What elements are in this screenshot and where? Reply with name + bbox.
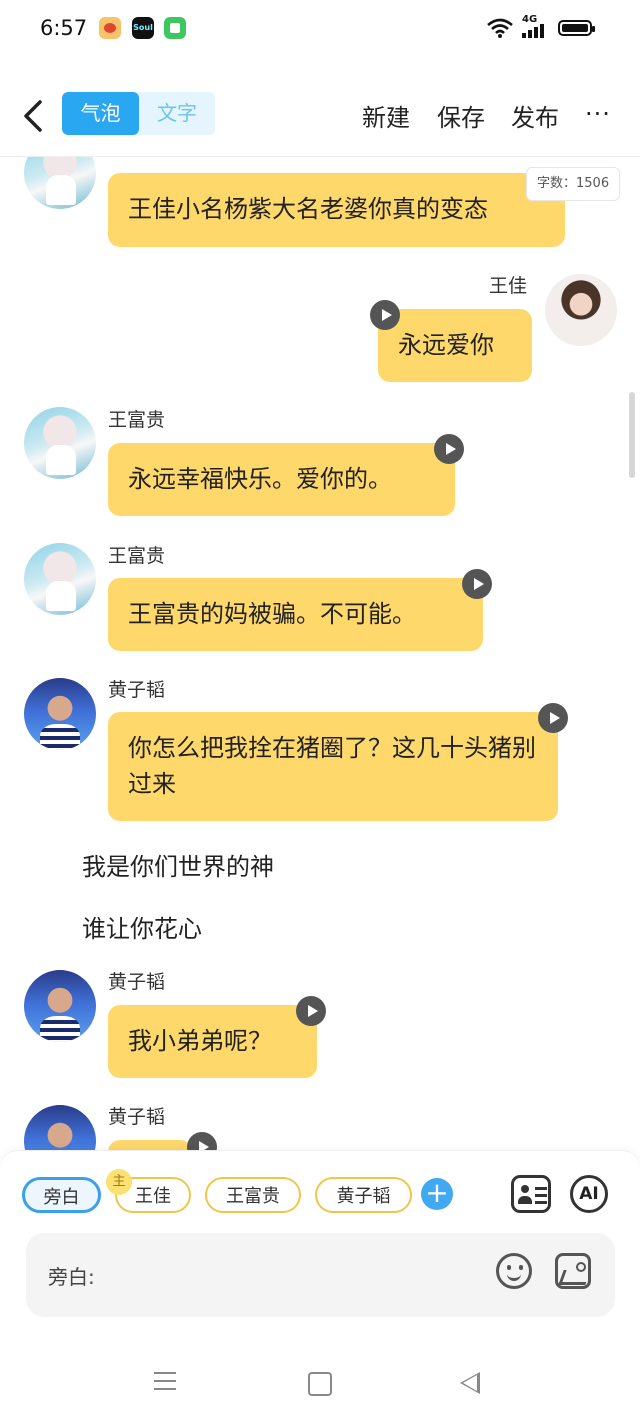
avatar-huang-zitao[interactable] [24, 970, 96, 1042]
message-bubble[interactable] [108, 1140, 192, 1150]
publish-button[interactable]: 发布 [511, 98, 559, 133]
back-triangle-icon[interactable] [460, 1372, 480, 1394]
message-bubble[interactable]: 永远爱你 [378, 309, 532, 382]
sender-name: 王佳 [489, 275, 528, 297]
message-bubble[interactable]: 你怎么把我拴在猪圈了？这几十头猪别过来 [108, 712, 558, 821]
weibo-app-icon [99, 17, 121, 39]
message-bubble[interactable]: 王富贵的妈被骗。不可能。 [108, 578, 483, 651]
editor-panel: 旁白 王佳 主 王富贵 黄子韬 + AI 旁白: [0, 1150, 640, 1343]
word-count-badge: 字数：1506 [526, 167, 621, 201]
sender-name: 黄子韬 [108, 971, 166, 993]
avatar-huang-zitao[interactable] [24, 678, 96, 750]
soul-app-icon: Soul [132, 17, 154, 39]
emoji-icon[interactable] [496, 1253, 532, 1289]
add-role-icon[interactable]: + [421, 1178, 453, 1210]
chat-area[interactable]: 王佳小名杨紫大名老婆你真的变态 字数：1506 王佳 永远爱你 王富贵 永远幸福… [0, 157, 640, 1150]
role-chip-huang-zitao[interactable]: 黄子韬 [315, 1177, 412, 1213]
save-button[interactable]: 保存 [437, 98, 485, 133]
sender-name: 王富贵 [108, 545, 166, 567]
message-bubble[interactable]: 我小弟弟呢？ [108, 1005, 317, 1078]
avatar-huang-zitao[interactable] [24, 1105, 96, 1150]
home-icon[interactable] [308, 1372, 332, 1396]
image-icon[interactable] [555, 1253, 591, 1289]
toggle-text-mode[interactable]: 文字 [139, 92, 215, 135]
more-menu-icon[interactable]: ··· [585, 100, 611, 128]
back-arrow-icon[interactable] [18, 96, 54, 136]
system-nav-bar [0, 1342, 640, 1422]
avatar-wang-fugui[interactable] [24, 543, 96, 615]
play-icon[interactable] [370, 300, 400, 330]
mode-toggle: 气泡 文字 [62, 92, 215, 135]
scrollbar[interactable] [629, 392, 635, 478]
message-bubble[interactable]: 永远幸福快乐。爱你的。 [108, 443, 455, 516]
play-icon[interactable] [296, 996, 326, 1026]
play-icon[interactable] [434, 434, 464, 464]
status-bar: 6:57 Soul 4G [0, 0, 640, 58]
toggle-bubble-mode[interactable]: 气泡 [62, 92, 139, 135]
play-icon[interactable] [462, 569, 492, 599]
status-time: 6:57 [40, 16, 88, 40]
play-icon[interactable] [538, 703, 568, 733]
input-speaker-prefix: 旁白: [48, 1265, 95, 1289]
top-nav-bar: 气泡 文字 新建 保存 发布 ··· [0, 78, 640, 157]
narration-text[interactable]: 我是你们世界的神 [82, 847, 274, 882]
menu-icon[interactable] [154, 1372, 176, 1390]
role-chip-wang-fugui[interactable]: 王富贵 [205, 1177, 301, 1213]
signal-icon [522, 24, 544, 38]
play-icon[interactable] [187, 1132, 217, 1150]
avatar-wang-fugui[interactable] [24, 407, 96, 479]
contact-card-icon[interactable] [511, 1175, 551, 1213]
wifi-icon [487, 18, 513, 38]
message-input[interactable]: 旁白: [26, 1233, 615, 1317]
new-button[interactable]: 新建 [362, 98, 410, 133]
avatar-wang-jia[interactable] [545, 274, 617, 346]
sender-name: 王富贵 [108, 409, 166, 431]
role-chip-narrator[interactable]: 旁白 [22, 1177, 101, 1213]
battery-icon [558, 20, 595, 36]
avatar-wang-fugui[interactable] [24, 157, 96, 209]
narration-text[interactable]: 谁让你花心 [82, 909, 202, 944]
sender-name: 黄子韬 [108, 679, 166, 701]
ai-icon[interactable]: AI [570, 1175, 608, 1213]
sender-name: 黄子韬 [108, 1106, 166, 1128]
main-role-badge: 主 [106, 1169, 132, 1195]
message-bubble[interactable]: 王佳小名杨紫大名老婆你真的变态 [108, 173, 565, 247]
green-app-icon [164, 17, 186, 39]
